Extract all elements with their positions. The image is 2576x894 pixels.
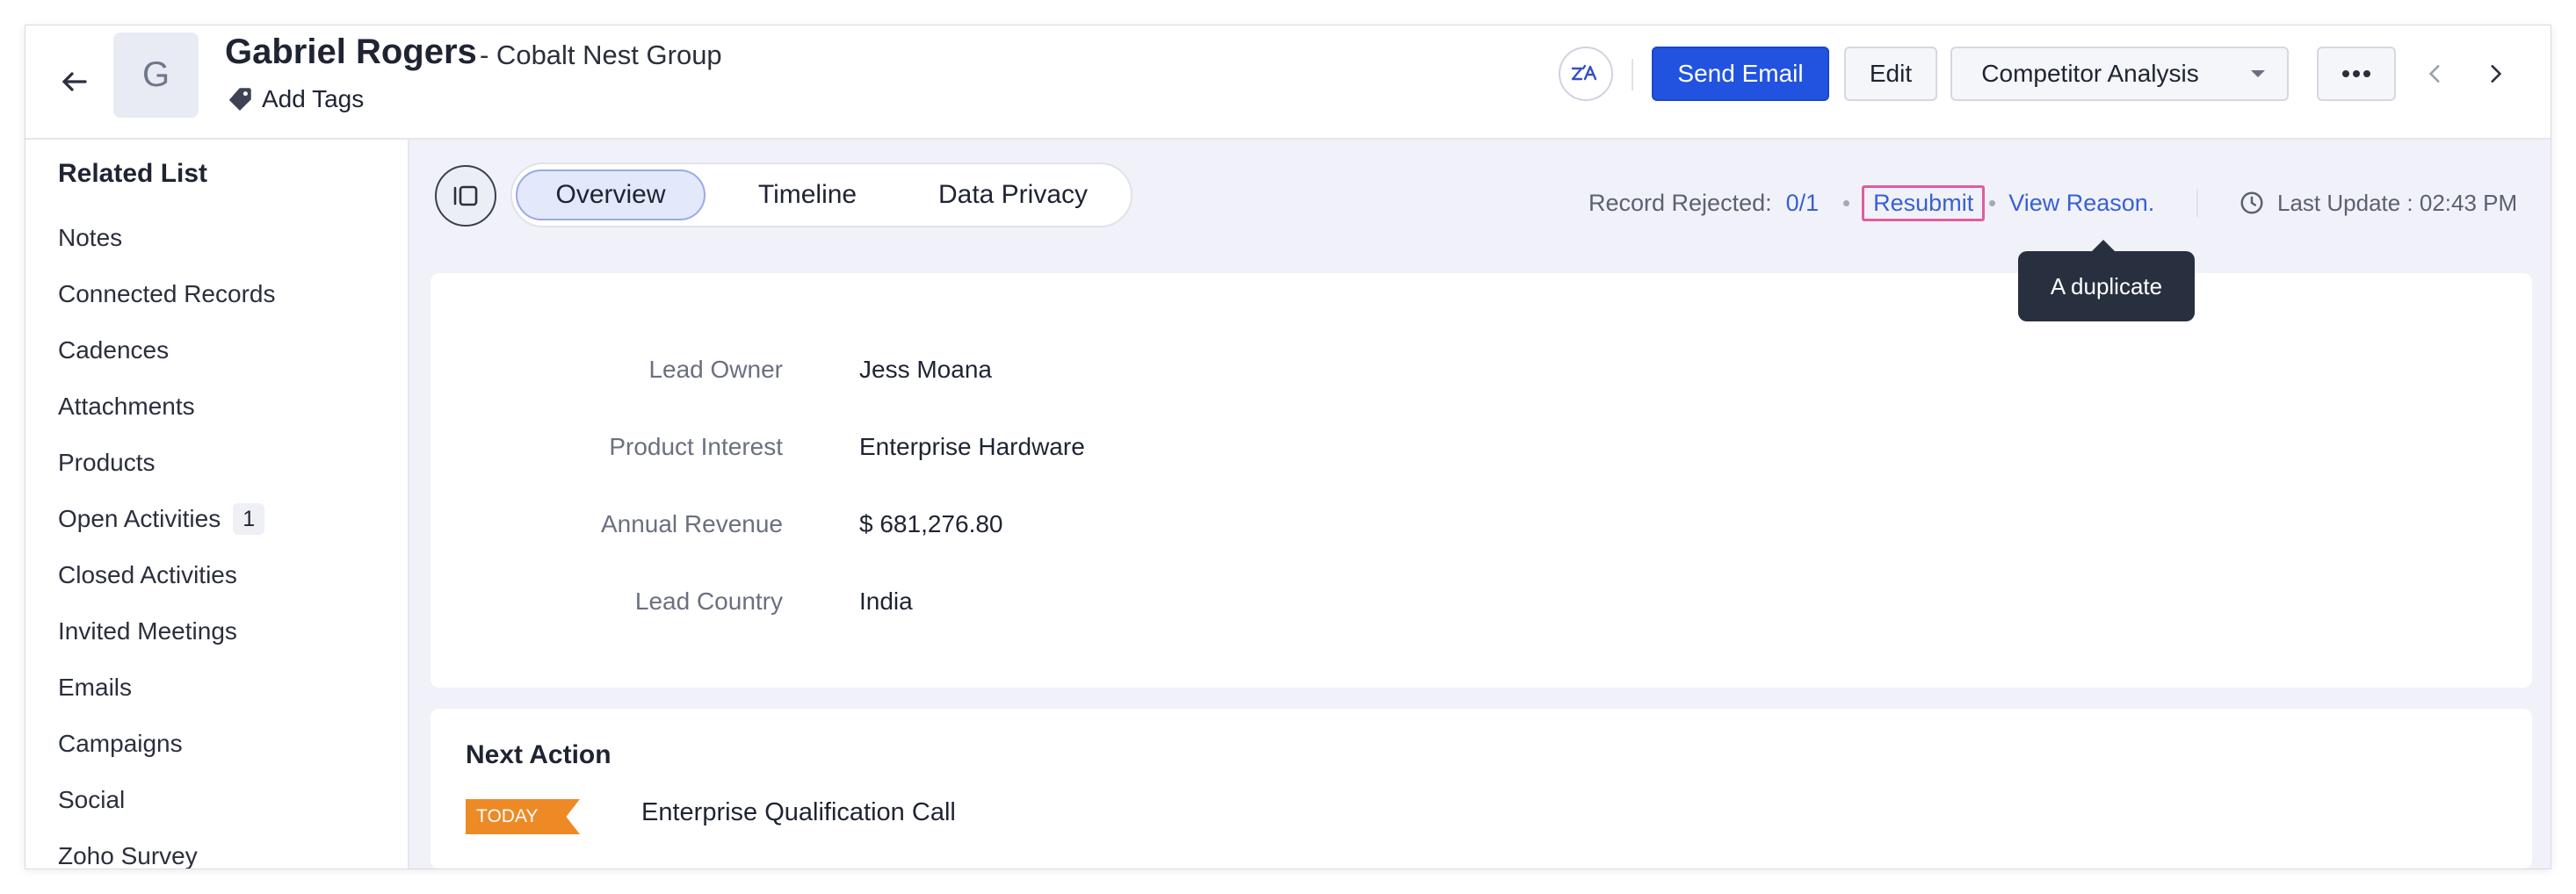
field-value-lead-owner[interactable]: Jess Moana <box>859 356 992 384</box>
sidebar-item-products[interactable]: Products <box>58 445 156 480</box>
zia-button[interactable] <box>1559 47 1613 101</box>
separator-dot <box>1989 199 1996 206</box>
related-list-sidebar: Related List Notes Connected Records Cad… <box>25 140 409 869</box>
last-update: Last Update : 02:43 PM <box>2239 185 2517 220</box>
next-record-button[interactable] <box>2473 52 2517 96</box>
sidebar-item-campaigns[interactable]: Campaigns <box>58 726 183 761</box>
competitor-analysis-dropdown[interactable] <box>2228 47 2289 101</box>
record-name: Gabriel Rogers <box>225 32 477 71</box>
record-window: G Gabriel Rogers - Cobalt Nest Group Add… <box>25 25 2551 869</box>
separator-dot <box>1843 199 1850 206</box>
chevron-left-icon <box>2428 65 2440 83</box>
field-value-lead-country[interactable]: India <box>859 588 913 616</box>
field-label-annual-revenue: Annual Revenue <box>600 510 783 537</box>
open-activities-count-badge: 1 <box>233 503 265 535</box>
field-label-lead-owner: Lead Owner <box>648 356 783 383</box>
zia-icon <box>1571 64 1597 81</box>
tab-timeline[interactable]: Timeline <box>713 169 902 220</box>
clock-icon <box>2240 191 2263 214</box>
sidebar-item-connected-records[interactable]: Connected Records <box>58 277 275 312</box>
record-company[interactable]: - Cobalt Nest Group <box>480 40 722 71</box>
chevron-right-icon <box>2491 65 2502 83</box>
overview-card: Lead Owner Jess Moana Product Interest E… <box>431 273 2532 688</box>
header-divider <box>1632 59 1633 90</box>
record-tabs: Overview Timeline Data Privacy <box>510 162 1132 227</box>
back-button[interactable] <box>50 57 99 106</box>
field-value-product-interest[interactable]: Enterprise Hardware <box>859 433 1085 461</box>
competitor-analysis-button[interactable]: Competitor Analysis <box>1950 47 2230 101</box>
sidebar-item-notes[interactable]: Notes <box>58 220 122 256</box>
record-header: G Gabriel Rogers - Cobalt Nest Group Add… <box>25 25 2551 140</box>
sidebar-item-open-activities[interactable]: Open Activities 1 <box>58 501 265 537</box>
last-update-text: Last Update : 02:43 PM <box>2277 189 2518 216</box>
resubmit-link[interactable]: Resubmit <box>1862 184 1986 221</box>
tag-icon <box>228 88 251 112</box>
more-actions-button[interactable] <box>2317 47 2396 101</box>
field-label-product-interest: Product Interest <box>609 433 783 460</box>
approval-status: Record Rejected: 0/1 Resubmit View Reaso… <box>1588 184 2154 221</box>
tooltip-arrow <box>2091 240 2116 252</box>
add-tags-label: Add Tags <box>262 85 365 112</box>
sidebar-item-attachments[interactable]: Attachments <box>58 389 195 424</box>
sidebar-item-zoho-survey[interactable]: Zoho Survey <box>58 839 198 869</box>
record-rejected-label: Record Rejected: <box>1588 189 1772 216</box>
caret-down-icon <box>2250 70 2265 77</box>
sidebar-item-closed-activities[interactable]: Closed Activities <box>58 558 237 593</box>
status-divider <box>2196 189 2198 217</box>
sidebar-panel-icon <box>453 185 478 206</box>
previous-record-button[interactable] <box>2413 52 2457 96</box>
tab-overview[interactable]: Overview <box>516 169 706 220</box>
ellipsis-icon <box>2342 70 2370 77</box>
toggle-sidebar-button[interactable] <box>435 165 496 227</box>
edit-button[interactable]: Edit <box>1844 47 1937 101</box>
record-rejected-count[interactable]: 0/1 <box>1786 190 1820 217</box>
field-label-lead-country: Lead Country <box>634 588 783 615</box>
sidebar-item-cadences[interactable]: Cadences <box>58 333 169 368</box>
field-value-annual-revenue[interactable]: $ 681,276.80 <box>859 510 1003 538</box>
arrow-left-icon <box>62 72 87 91</box>
main-content: Overview Timeline Data Privacy Record Re… <box>409 140 2551 869</box>
next-action-title: Next Action <box>466 740 611 769</box>
sidebar-item-emails[interactable]: Emails <box>58 670 132 705</box>
reason-tooltip: A duplicate <box>2018 251 2195 321</box>
related-list-title: Related List <box>58 159 208 188</box>
today-badge: TODAY <box>466 799 580 834</box>
add-tags-button[interactable]: Add Tags <box>225 82 364 117</box>
avatar: G <box>113 32 199 118</box>
send-email-button[interactable]: Send Email <box>1652 47 1829 101</box>
view-reason-link[interactable]: View Reason. <box>2008 190 2154 217</box>
sidebar-item-invited-meetings[interactable]: Invited Meetings <box>58 614 237 649</box>
next-action-card: Next Action TODAY Enterprise Qualificati… <box>431 709 2532 869</box>
tab-data-privacy[interactable]: Data Privacy <box>909 169 1117 220</box>
next-action-name[interactable]: Enterprise Qualification Call <box>641 798 956 827</box>
sidebar-item-social[interactable]: Social <box>58 782 125 818</box>
